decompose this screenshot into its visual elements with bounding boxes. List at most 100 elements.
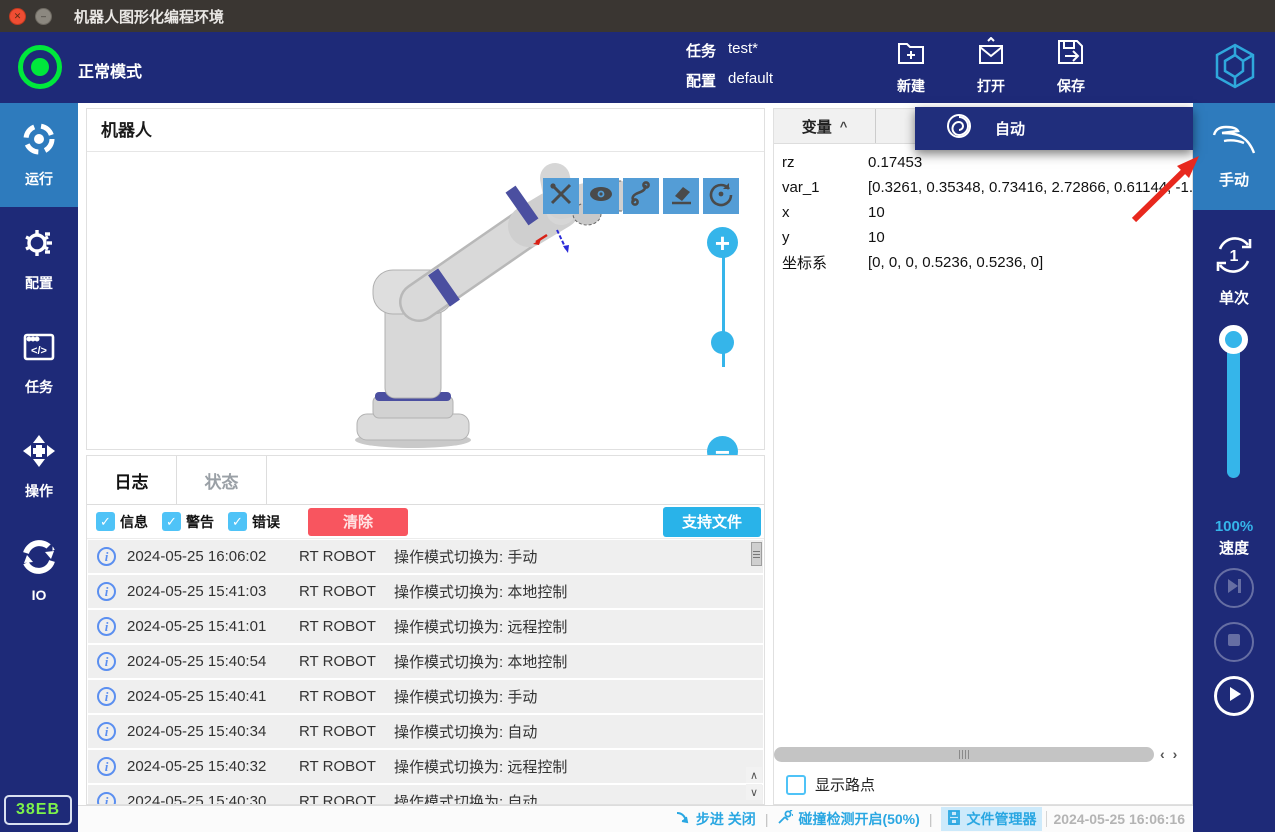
single-run-button[interactable]: 1 单次 — [1193, 220, 1275, 320]
hscrollbar-thumb[interactable] — [774, 747, 1154, 762]
sidebar-item-task[interactable]: </> 任务 — [0, 311, 78, 415]
auto-mode-icon — [915, 112, 973, 145]
window-close-button[interactable]: ✕ — [9, 8, 26, 25]
trajectory-button[interactable] — [623, 178, 659, 214]
show-waypoints-checkbox[interactable] — [786, 775, 806, 795]
speed-value: 100% — [1193, 518, 1275, 535]
reset-view-button[interactable] — [703, 178, 739, 214]
step-status[interactable]: 步进 关闭 — [675, 809, 756, 829]
eraser-icon — [668, 181, 694, 212]
play-button[interactable] — [1214, 676, 1254, 716]
filter-warning-checkbox[interactable]: ✓ — [162, 512, 181, 531]
mode-indicator-icon — [18, 45, 62, 89]
header: 正常模式 任务test* 配置default 新建 打开 保存 — [0, 32, 1275, 103]
new-file-icon — [896, 37, 926, 72]
scroll-up-button[interactable]: ∧ — [746, 767, 762, 783]
scroll-down-button[interactable]: ∨ — [746, 784, 762, 800]
task-label: 任务 — [686, 40, 728, 61]
app-window: ✕ – 机器人图形化编程环境 正常模式 任务test* 配置default 新建… — [0, 0, 1275, 832]
open-file-icon — [976, 37, 1006, 72]
collision-status[interactable]: 碰撞检测开启(50%) — [777, 809, 919, 829]
sidebar-item-operate[interactable]: 操作 — [0, 415, 78, 519]
zoom-in-button[interactable]: + — [707, 227, 738, 258]
save-button-label: 保存 — [1057, 76, 1085, 96]
log-list[interactable]: i2024-05-25 16:06:02RT ROBOT操作模式切换为: 手动 … — [88, 540, 763, 804]
scroll-right-button[interactable]: › — [1173, 746, 1178, 762]
variable-row[interactable]: var_1[0.3261, 0.35348, 0.73416, 2.72866,… — [774, 175, 1192, 200]
zoom-slider-handle[interactable] — [711, 331, 734, 354]
tab-status[interactable]: 状态 — [177, 456, 267, 504]
minimize-icon: – — [41, 11, 46, 21]
move-arrows-icon — [21, 433, 57, 474]
eraser-button[interactable] — [663, 178, 699, 214]
speed-slider — [1193, 325, 1275, 485]
info-icon: i — [97, 617, 116, 636]
log-scrollbar-thumb[interactable] — [751, 542, 762, 566]
sidebar-item-io[interactable]: IO — [0, 519, 78, 623]
safety-code-button[interactable]: 38EB — [4, 795, 72, 825]
tab-variables[interactable]: 变量 ^ — [774, 109, 876, 143]
variable-row[interactable]: 坐标系[0, 0, 0, 0.5236, 0.5236, 0] — [774, 250, 1192, 275]
log-tabs: 日志 状态 — [87, 456, 764, 505]
new-button[interactable]: 新建 — [882, 37, 940, 96]
chevron-up-icon: ∧ — [750, 769, 758, 782]
step-button[interactable] — [1214, 568, 1254, 608]
stop-button[interactable] — [1214, 622, 1254, 662]
visibility-button[interactable] — [583, 178, 619, 214]
speed-slider-handle[interactable] — [1219, 325, 1248, 354]
tab-log[interactable]: 日志 — [87, 456, 177, 504]
filter-info-label: 信息 — [120, 512, 148, 532]
save-button[interactable]: 保存 — [1042, 37, 1100, 96]
open-button-label: 打开 — [977, 76, 1005, 96]
check-icon: ✓ — [232, 514, 243, 530]
support-files-button[interactable]: 支持文件 — [663, 507, 761, 537]
right-sidebar: 手动 1 单次 100% 速度 — [1193, 103, 1275, 832]
svg-text:1: 1 — [1230, 248, 1239, 265]
check-icon: ✓ — [100, 514, 111, 530]
variable-row[interactable]: y10 — [774, 225, 1192, 250]
manual-mode-button[interactable]: 手动 — [1193, 103, 1275, 210]
info-icon: i — [97, 547, 116, 566]
file-manager-button[interactable]: 文件管理器 — [941, 807, 1042, 831]
filter-error-label: 错误 — [252, 512, 280, 532]
robot-panel: 机器人 — [86, 108, 765, 450]
app-logo-icon — [1211, 42, 1259, 95]
log-row: i2024-05-25 15:40:41RT ROBOT操作模式切换为: 手动 — [88, 680, 763, 713]
new-button-label: 新建 — [897, 76, 925, 96]
sidebar-item-label: IO — [32, 587, 47, 603]
log-row: i2024-05-25 15:41:03RT ROBOT操作模式切换为: 本地控… — [88, 575, 763, 608]
tools-icon — [548, 181, 574, 212]
variable-row[interactable]: x10 — [774, 200, 1192, 225]
speed-slider-track[interactable] — [1227, 333, 1240, 478]
show-waypoints-row: 显示路点 — [786, 774, 875, 795]
filter-error-checkbox[interactable]: ✓ — [228, 512, 247, 531]
task-value: test* — [728, 40, 758, 61]
filter-info-checkbox[interactable]: ✓ — [96, 512, 115, 531]
tab-secondary[interactable] — [876, 109, 916, 143]
window-minimize-button[interactable]: – — [35, 8, 52, 25]
sidebar-item-label: 配置 — [25, 273, 53, 293]
sidebar-item-label: 运行 — [25, 169, 53, 189]
save-icon — [1056, 37, 1086, 72]
mode-dropdown-item-auto[interactable]: 自动 — [915, 107, 1193, 150]
hand-icon — [1210, 123, 1258, 164]
info-icon: i — [97, 652, 116, 671]
variable-row[interactable]: rz0.17453 — [774, 150, 1192, 175]
config-label: 配置 — [686, 70, 728, 91]
log-filter-bar: ✓ 信息 ✓ 警告 ✓ 错误 清除 支持文件 — [87, 505, 764, 539]
play-icon — [1225, 685, 1243, 708]
sidebar-item-run[interactable]: 运行 — [0, 103, 78, 207]
path-icon — [628, 181, 654, 212]
sidebar-item-config[interactable]: 配置 — [0, 207, 78, 311]
log-row: i2024-05-25 15:40:34RT ROBOT操作模式切换为: 自动 — [88, 715, 763, 748]
io-swap-icon — [21, 539, 57, 580]
clear-button[interactable]: 清除 — [308, 508, 408, 536]
tools-button[interactable] — [543, 178, 579, 214]
step-forward-icon — [1225, 577, 1243, 600]
log-panel: 日志 状态 ✓ 信息 ✓ 警告 ✓ 错误 清除 支持文件 i2024-05-25… — [86, 455, 765, 805]
variables-hscrollbar: ‹ › — [774, 746, 1192, 762]
sidebar-item-label: 任务 — [25, 377, 53, 397]
open-button[interactable]: 打开 — [962, 37, 1020, 96]
scroll-left-button[interactable]: ‹ — [1160, 746, 1165, 762]
info-icon: i — [97, 687, 116, 706]
